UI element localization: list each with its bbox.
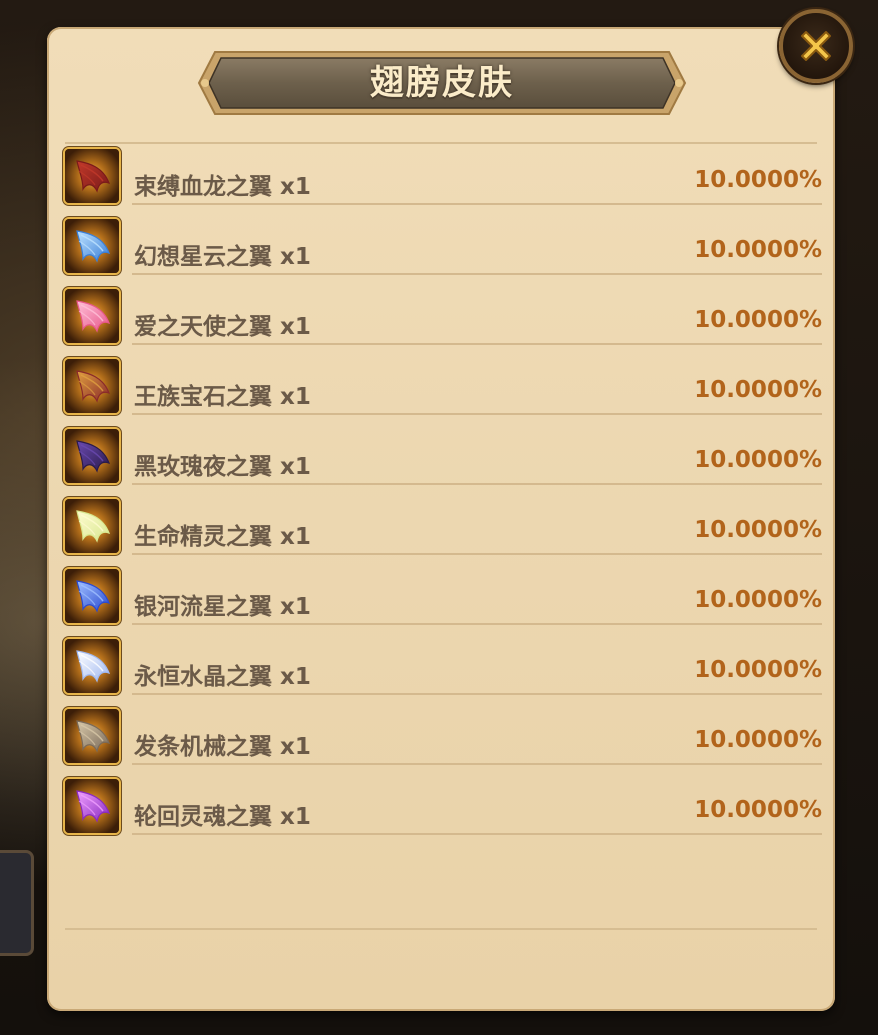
item-drop-rate: 10.0000% <box>694 517 822 543</box>
spirit-wing-icon <box>76 510 111 543</box>
item-drop-rate: 10.0000% <box>694 447 822 473</box>
row-divider <box>132 553 822 555</box>
item-name: 束缚血龙之翼 x1 <box>134 174 311 200</box>
gem-wing-icon <box>76 370 111 403</box>
side-tab-button[interactable] <box>0 850 34 956</box>
close-button[interactable] <box>779 9 853 83</box>
item-name: 生命精灵之翼 x1 <box>134 524 311 550</box>
list-bottom-divider <box>65 928 817 930</box>
item-icon-frame[interactable] <box>63 357 121 415</box>
wing-skin-list: 束缚血龙之翼 x1 10.0000% 幻想星云之翼 x1 10.0000% 爱之天使之翼… <box>62 145 824 845</box>
row-divider <box>132 203 822 205</box>
item-icon-frame[interactable] <box>63 427 121 485</box>
list-item: 束缚血龙之翼 x1 10.0000% <box>62 145 824 215</box>
item-name: 黑玫瑰夜之翼 x1 <box>134 454 311 480</box>
title-banner: 翅膀皮肤 <box>193 46 691 120</box>
item-drop-rate: 10.0000% <box>694 307 822 333</box>
list-item: 生命精灵之翼 x1 10.0000% <box>62 495 824 565</box>
item-icon-frame[interactable] <box>63 567 121 625</box>
item-drop-rate: 10.0000% <box>694 167 822 193</box>
list-top-divider <box>65 142 817 144</box>
clockwork-wing-icon <box>76 720 111 753</box>
list-item: 轮回灵魂之翼 x1 10.0000% <box>62 775 824 845</box>
black-rose-wing-icon <box>76 440 111 473</box>
angel-wing-icon <box>76 300 111 333</box>
nebula-wing-icon <box>76 230 111 263</box>
list-item: 发条机械之翼 x1 10.0000% <box>62 705 824 775</box>
row-divider <box>132 483 822 485</box>
item-drop-rate: 10.0000% <box>694 657 822 683</box>
item-icon-frame[interactable] <box>63 217 121 275</box>
item-drop-rate: 10.0000% <box>694 237 822 263</box>
list-item: 银河流星之翼 x1 10.0000% <box>62 565 824 635</box>
item-drop-rate: 10.0000% <box>694 797 822 823</box>
item-name: 轮回灵魂之翼 x1 <box>134 804 311 830</box>
item-name: 爱之天使之翼 x1 <box>134 314 311 340</box>
item-icon-frame[interactable] <box>63 497 121 555</box>
galaxy-wing-icon <box>76 580 111 613</box>
row-divider <box>132 413 822 415</box>
item-icon-frame[interactable] <box>63 777 121 835</box>
item-icon-frame[interactable] <box>63 637 121 695</box>
item-icon-frame[interactable] <box>63 147 121 205</box>
item-name: 永恒水晶之翼 x1 <box>134 664 311 690</box>
soul-wing-icon <box>76 790 111 823</box>
close-icon <box>801 31 831 61</box>
row-divider <box>132 623 822 625</box>
item-name: 银河流星之翼 x1 <box>134 594 311 620</box>
row-divider <box>132 273 822 275</box>
item-drop-rate: 10.0000% <box>694 377 822 403</box>
item-name: 王族宝石之翼 x1 <box>134 384 311 410</box>
row-divider <box>132 763 822 765</box>
row-divider <box>132 833 822 835</box>
item-icon-frame[interactable] <box>63 287 121 345</box>
crystal-wing-icon <box>76 650 111 683</box>
dialog-title: 翅膀皮肤 <box>370 63 514 103</box>
item-drop-rate: 10.0000% <box>694 587 822 613</box>
list-item: 幻想星云之翼 x1 10.0000% <box>62 215 824 285</box>
item-icon-frame[interactable] <box>63 707 121 765</box>
item-name: 幻想星云之翼 x1 <box>134 244 311 270</box>
list-item: 王族宝石之翼 x1 10.0000% <box>62 355 824 425</box>
row-divider <box>132 693 822 695</box>
list-item: 黑玫瑰夜之翼 x1 10.0000% <box>62 425 824 495</box>
row-divider <box>132 343 822 345</box>
item-name: 发条机械之翼 x1 <box>134 734 311 760</box>
dragon-wing-icon <box>76 160 111 193</box>
list-item: 永恒水晶之翼 x1 10.0000% <box>62 635 824 705</box>
item-drop-rate: 10.0000% <box>694 727 822 753</box>
list-item: 爱之天使之翼 x1 10.0000% <box>62 285 824 355</box>
